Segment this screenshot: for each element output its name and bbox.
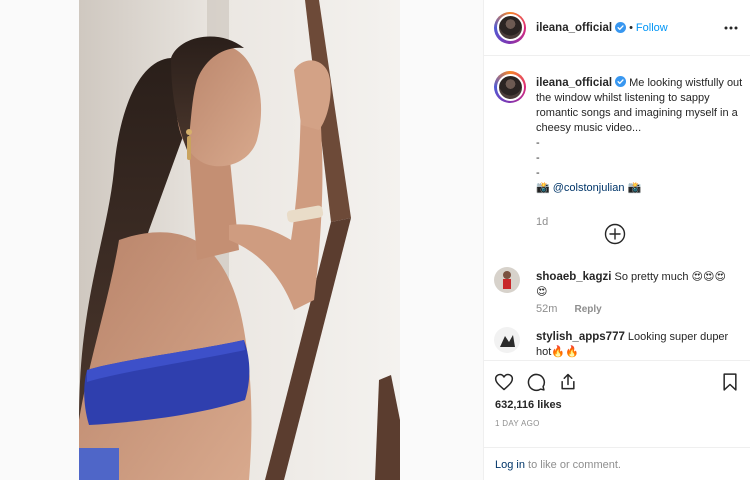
photo-credit: 📸 @colstonjulian 📸 [536, 181, 746, 196]
comment-bubble-icon[interactable] [526, 372, 546, 392]
comments-list[interactable]: ileana_official Me looking wistfully out… [484, 57, 750, 359]
camera-emoji: 📸 [627, 182, 642, 194]
load-more-comments-icon[interactable] [604, 223, 626, 245]
comment-text: stylish_apps777 Looking super duper hot🔥… [536, 330, 736, 359]
commenter-username[interactable]: shoaeb_kagzi [536, 271, 611, 283]
header-dot-separator: • [629, 21, 633, 34]
post-actions: 632,116 likes 1 DAY AGO Log in to like o… [484, 360, 750, 480]
save-bookmark-icon[interactable] [720, 372, 740, 392]
caption-username[interactable]: ileana_official [536, 77, 612, 89]
comment-timestamp[interactable]: 52m [536, 303, 557, 315]
commenter-username[interactable]: stylish_apps777 [536, 331, 625, 343]
author-avatar[interactable] [494, 11, 526, 44]
caption-dashes: - - - [536, 136, 746, 181]
post-side-panel: ileana_official • Follow ileana_official… [483, 0, 750, 480]
comment-meta: 52m Reply [536, 303, 602, 315]
camera-emoji: 📸 [536, 182, 550, 194]
login-link[interactable]: Log in [495, 459, 525, 471]
more-options-icon[interactable] [723, 20, 739, 36]
comment-text: shoaeb_kagzi So pretty much 😍😍😍😍 [536, 270, 736, 300]
login-prompt-text: to like or comment. [524, 459, 621, 471]
verified-badge-icon [615, 76, 627, 87]
caption-dash: - [536, 137, 540, 149]
verified-badge-icon [615, 22, 627, 33]
follow-button[interactable]: Follow [636, 22, 668, 34]
login-prompt: Log in to like or comment. [484, 447, 750, 480]
post-date[interactable]: 1 DAY AGO [495, 419, 540, 428]
like-heart-icon[interactable] [494, 372, 514, 392]
caption-avatar[interactable] [494, 71, 526, 103]
caption-text: ileana_official Me looking wistfully out… [536, 76, 746, 196]
commenter-avatar[interactable] [494, 267, 520, 293]
instagram-post-page: ileana_official • Follow ileana_official… [0, 0, 750, 480]
likes-count[interactable]: 632,116 likes [495, 399, 562, 411]
post-photo-art [79, 0, 400, 480]
commenter-avatar[interactable] [494, 327, 520, 353]
share-icon[interactable] [558, 372, 578, 392]
caption-dash: - [536, 152, 540, 164]
reply-button[interactable]: Reply [574, 304, 601, 315]
caption-timestamp[interactable]: 1d [536, 216, 548, 228]
caption-dash: - [536, 167, 540, 179]
mention-link[interactable]: @colstonjulian [553, 182, 625, 194]
author-username[interactable]: ileana_official [536, 22, 612, 34]
post-photo[interactable] [79, 0, 400, 480]
post-header: ileana_official • Follow [484, 0, 750, 56]
